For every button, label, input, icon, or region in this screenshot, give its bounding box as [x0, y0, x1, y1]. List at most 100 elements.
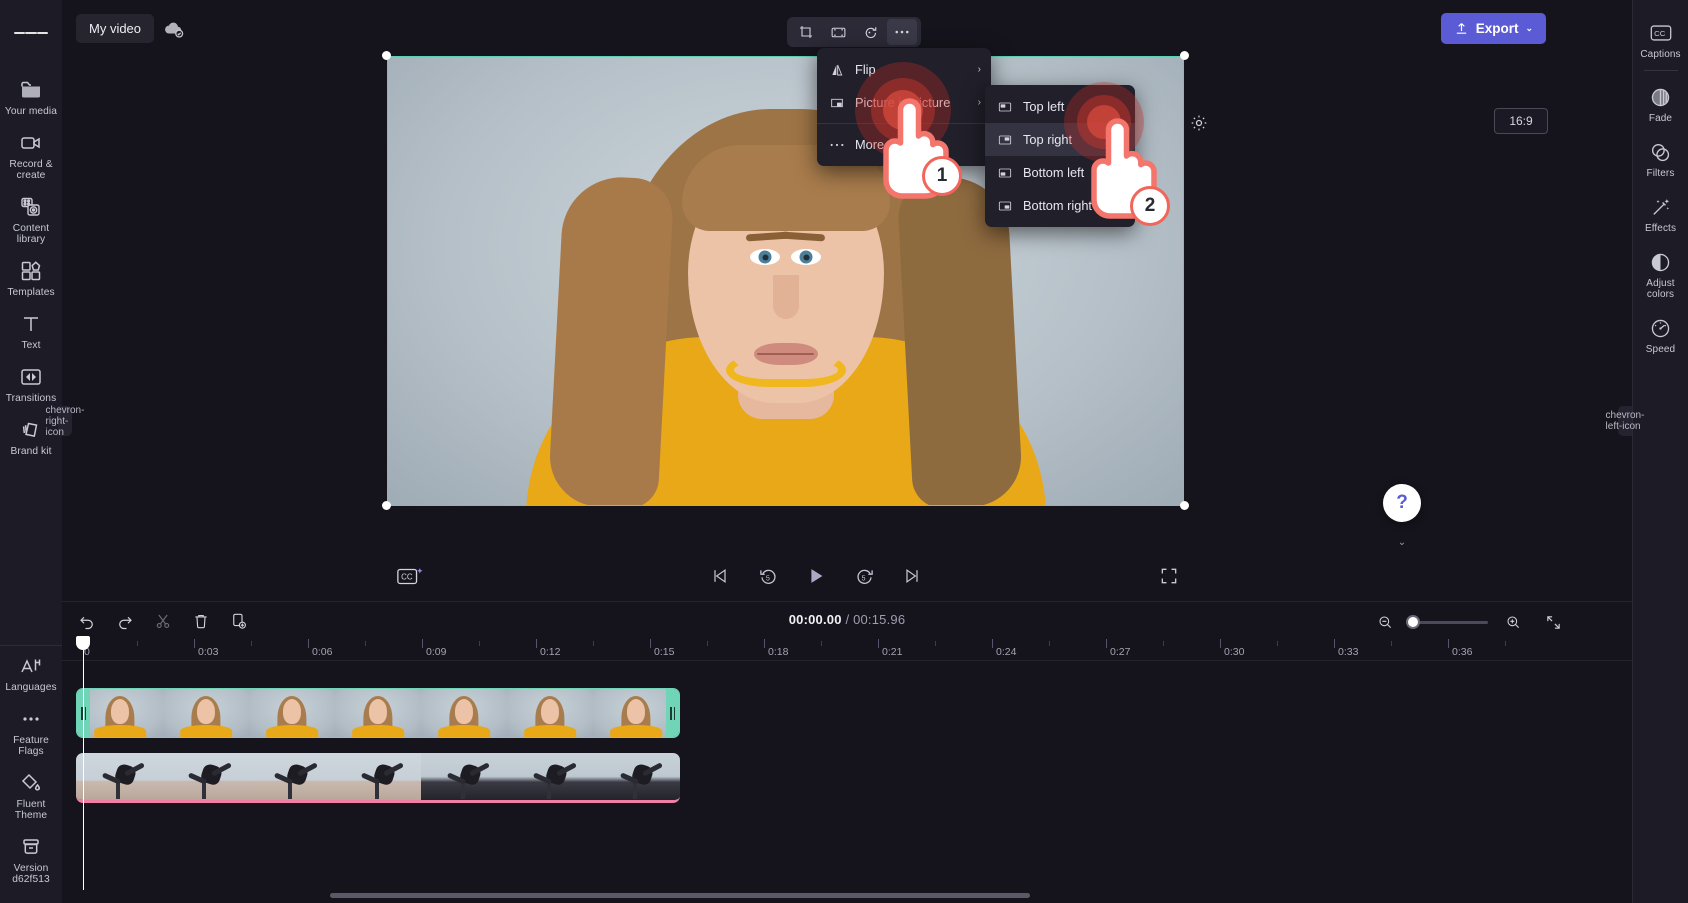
right-item-fade[interactable]: Fade [1633, 76, 1688, 131]
sidebar-item-languages[interactable]: Languages [0, 646, 62, 699]
zoom-slider-handle[interactable] [1406, 615, 1420, 629]
ruler-tick-minor [1277, 641, 1278, 646]
submenu-item-bottom-left[interactable]: Bottom left [985, 156, 1135, 189]
menu-item-more-options[interactable]: More options [817, 128, 991, 161]
rewind-5-button[interactable]: 5 [754, 562, 782, 590]
resize-handle-top-right[interactable] [1180, 51, 1189, 60]
ruler-label: 0:36 [1452, 646, 1473, 658]
sidebar-item-label: Brand kit [10, 446, 52, 457]
right-item-adjust-colors[interactable]: Adjust colors [1633, 241, 1688, 307]
right-item-effects[interactable]: Effects [1633, 186, 1688, 241]
video-camera-icon [18, 130, 44, 156]
gear-icon[interactable] [1189, 113, 1211, 135]
resize-handle-top-left[interactable] [382, 51, 391, 60]
playback-controls: 5 5 [706, 562, 926, 590]
sidebar-item-your-media[interactable]: Your media [0, 70, 62, 123]
aspect-ratio-button[interactable]: 16:9 [1494, 108, 1548, 134]
sidebar-item-templates[interactable]: Templates [0, 251, 62, 304]
timeline-ruler[interactable]: 0 0:03 0:06 0:09 0:12 0:15 0:18 0:21 0:24 0:27 0:3… [62, 639, 1632, 661]
svg-text:5: 5 [861, 574, 865, 582]
contrast-icon [1648, 249, 1674, 275]
zoom-slider[interactable] [1406, 615, 1488, 629]
duplicate-button[interactable] [224, 607, 254, 635]
picture-in-picture-icon [828, 94, 845, 111]
sidebar-item-content-library[interactable]: Content library [0, 187, 62, 251]
fullscreen-icon[interactable] [1159, 566, 1181, 588]
auto-captions-icon[interactable]: CC [396, 565, 426, 589]
submenu-item-label: Top left [1023, 99, 1065, 114]
submenu-item-label: Bottom left [1023, 165, 1085, 180]
duplicate-icon [230, 612, 248, 630]
zoom-in-button[interactable] [1498, 608, 1528, 636]
ellipsis-icon [828, 136, 845, 153]
clip-thumbnail-strip [77, 689, 679, 737]
playhead[interactable] [76, 636, 90, 890]
subject-nose [772, 275, 799, 319]
crop-button[interactable] [791, 19, 821, 45]
fit-frame-icon [830, 24, 847, 41]
left-sidebar: Your media Record & create Content libra… [0, 0, 62, 903]
submenu-item-top-right[interactable]: Top right [985, 123, 1135, 156]
project-name-input[interactable]: My video [76, 14, 155, 43]
right-item-label: Adjust colors [1646, 278, 1675, 300]
ruler-tick-minor [479, 641, 480, 646]
ruler-tick-minor [1049, 641, 1050, 646]
right-item-speed[interactable]: Speed [1633, 307, 1688, 362]
subject-eye-left [750, 249, 780, 265]
ruler-tick [1220, 639, 1221, 648]
menu-item-flip[interactable]: Flip › [817, 53, 991, 86]
split-button[interactable] [148, 607, 178, 635]
right-item-captions[interactable]: CC Captions [1633, 12, 1688, 67]
video-clip[interactable] [76, 688, 680, 738]
undo-button[interactable] [72, 607, 102, 635]
resize-handle-bottom-right[interactable] [1180, 501, 1189, 510]
help-button[interactable]: ? [1383, 484, 1421, 522]
zoom-out-button[interactable] [1370, 608, 1400, 636]
resize-handle-bottom-left[interactable] [382, 501, 391, 510]
export-button[interactable]: Export ⌄ [1440, 13, 1546, 44]
submenu-item-top-left[interactable]: Top left [985, 90, 1135, 123]
redo-button[interactable] [110, 607, 140, 635]
ruler-label: 0:06 [312, 646, 333, 658]
playhead-handle[interactable] [76, 636, 90, 650]
forward-5-button[interactable]: 5 [850, 562, 878, 590]
flip-icon [828, 61, 845, 78]
hamburger-icon[interactable] [14, 16, 48, 50]
play-button[interactable] [802, 562, 830, 590]
cloud-saved-icon [162, 17, 186, 41]
clip-trim-handle-right[interactable] [666, 689, 679, 737]
text-icon [18, 311, 44, 337]
fit-timeline-button[interactable] [1538, 608, 1568, 636]
speedometer-icon [1648, 315, 1674, 341]
right-sidebar-collapse-button[interactable]: chevron-left-icon [1606, 406, 1644, 436]
delete-button[interactable] [186, 607, 216, 635]
sidebar-item-label: Record & create [9, 159, 53, 181]
sidebar-item-version[interactable]: Version d62f513 [0, 827, 62, 891]
rotate-button[interactable] [855, 19, 885, 45]
chevron-right-icon: › [977, 97, 981, 108]
skip-to-start-button[interactable] [706, 562, 734, 590]
overlay-clip[interactable] [76, 753, 680, 803]
left-sidebar-collapse-button[interactable]: chevron-right-icon [46, 405, 85, 438]
right-sidebar-divider [1643, 70, 1678, 71]
submenu-item-bottom-right[interactable]: Bottom right [985, 189, 1135, 222]
content-library-icon [18, 194, 44, 220]
fit-fill-button[interactable] [823, 19, 853, 45]
timeline-horizontal-scrollbar[interactable] [330, 893, 1030, 898]
ruler-label: 0:15 [654, 646, 675, 658]
sidebar-item-fluent-theme[interactable]: Fluent Theme [0, 763, 62, 827]
paint-bucket-icon [18, 770, 44, 796]
zoom-in-icon [1505, 614, 1521, 630]
menu-item-picture-in-picture[interactable]: Picture in picture › [817, 86, 991, 119]
clip-thumbnail [248, 753, 335, 800]
more-options-button[interactable] [887, 19, 917, 45]
pip-top-left-icon [996, 98, 1013, 115]
skip-to-end-button[interactable] [898, 562, 926, 590]
pip-bottom-right-icon [996, 197, 1013, 214]
sidebar-item-text[interactable]: Text [0, 304, 62, 357]
right-item-filters[interactable]: Filters [1633, 131, 1688, 186]
sidebar-item-record-create[interactable]: Record & create [0, 123, 62, 187]
sidebar-item-feature-flags[interactable]: Feature Flags [0, 699, 62, 763]
panel-collapse-button[interactable]: ⌄ [1390, 534, 1414, 550]
sidebar-item-transitions[interactable]: Transitions [0, 357, 62, 410]
